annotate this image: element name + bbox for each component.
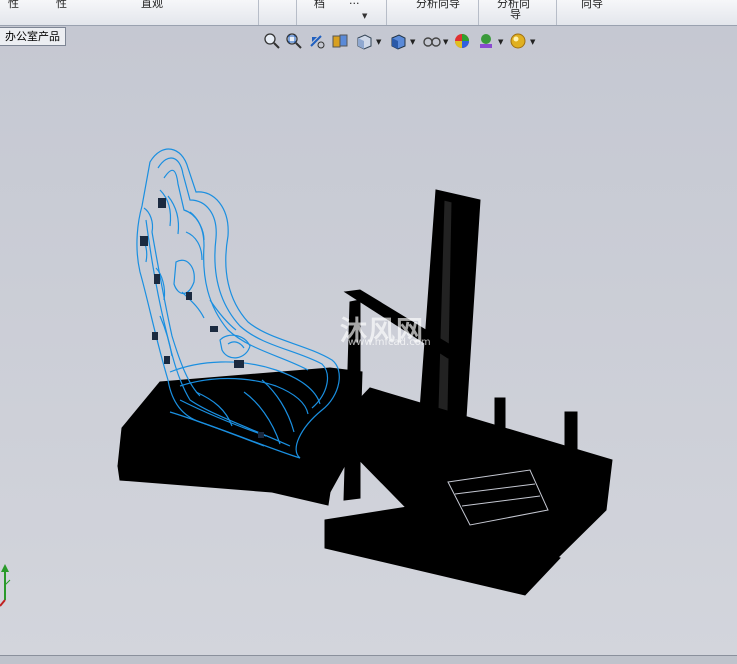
document-tab[interactable]: 办公室产品	[0, 27, 66, 46]
previous-view-icon[interactable]	[307, 31, 327, 51]
chevron-down-icon[interactable]: ▼	[362, 12, 367, 20]
ribbon-label-properties-1[interactable]: 性	[8, 0, 19, 9]
chevron-down-icon[interactable]: ▼	[443, 38, 448, 46]
ribbon-separator	[556, 0, 557, 25]
ribbon-label-analysis-wizard[interactable]: 分析向导	[416, 0, 460, 9]
ribbon-separator	[478, 0, 479, 25]
hide-show-items-icon[interactable]	[422, 31, 442, 51]
view-orientation-icon[interactable]	[354, 31, 374, 51]
watermark-url: www.mfcad.com	[348, 337, 431, 348]
zoom-to-area-icon[interactable]	[284, 31, 304, 51]
chevron-down-icon[interactable]: ▼	[530, 38, 535, 46]
apply-scene-icon[interactable]	[476, 31, 496, 51]
ribbon-label-intuitive[interactable]: 直观	[141, 0, 163, 9]
chevron-down-icon[interactable]: ▼	[410, 38, 415, 46]
ribbon-label-document[interactable]: 档	[314, 0, 325, 9]
edit-appearance-icon[interactable]	[452, 31, 472, 51]
view-settings-icon[interactable]	[508, 31, 528, 51]
ribbon-label-analysis-wizard-2b[interactable]: 导	[510, 9, 521, 20]
ribbon-label-properties-2[interactable]: 性	[56, 0, 67, 9]
chevron-down-icon[interactable]: ▼	[376, 38, 381, 46]
section-view-icon[interactable]	[330, 31, 350, 51]
ribbon-separator	[258, 0, 259, 25]
zoom-to-fit-icon[interactable]	[262, 31, 282, 51]
display-style-icon[interactable]	[388, 31, 408, 51]
ribbon-separator	[296, 0, 297, 25]
command-manager-ribbon: 性 性 直观 档 ... ▼ 分析向导 分析向 导 向导	[0, 0, 737, 26]
ribbon-label-wizard[interactable]: 向导	[581, 0, 603, 9]
chevron-down-icon[interactable]: ▼	[498, 38, 503, 46]
ribbon-label-more[interactable]: ...	[349, 0, 360, 6]
ribbon-separator	[386, 0, 387, 25]
